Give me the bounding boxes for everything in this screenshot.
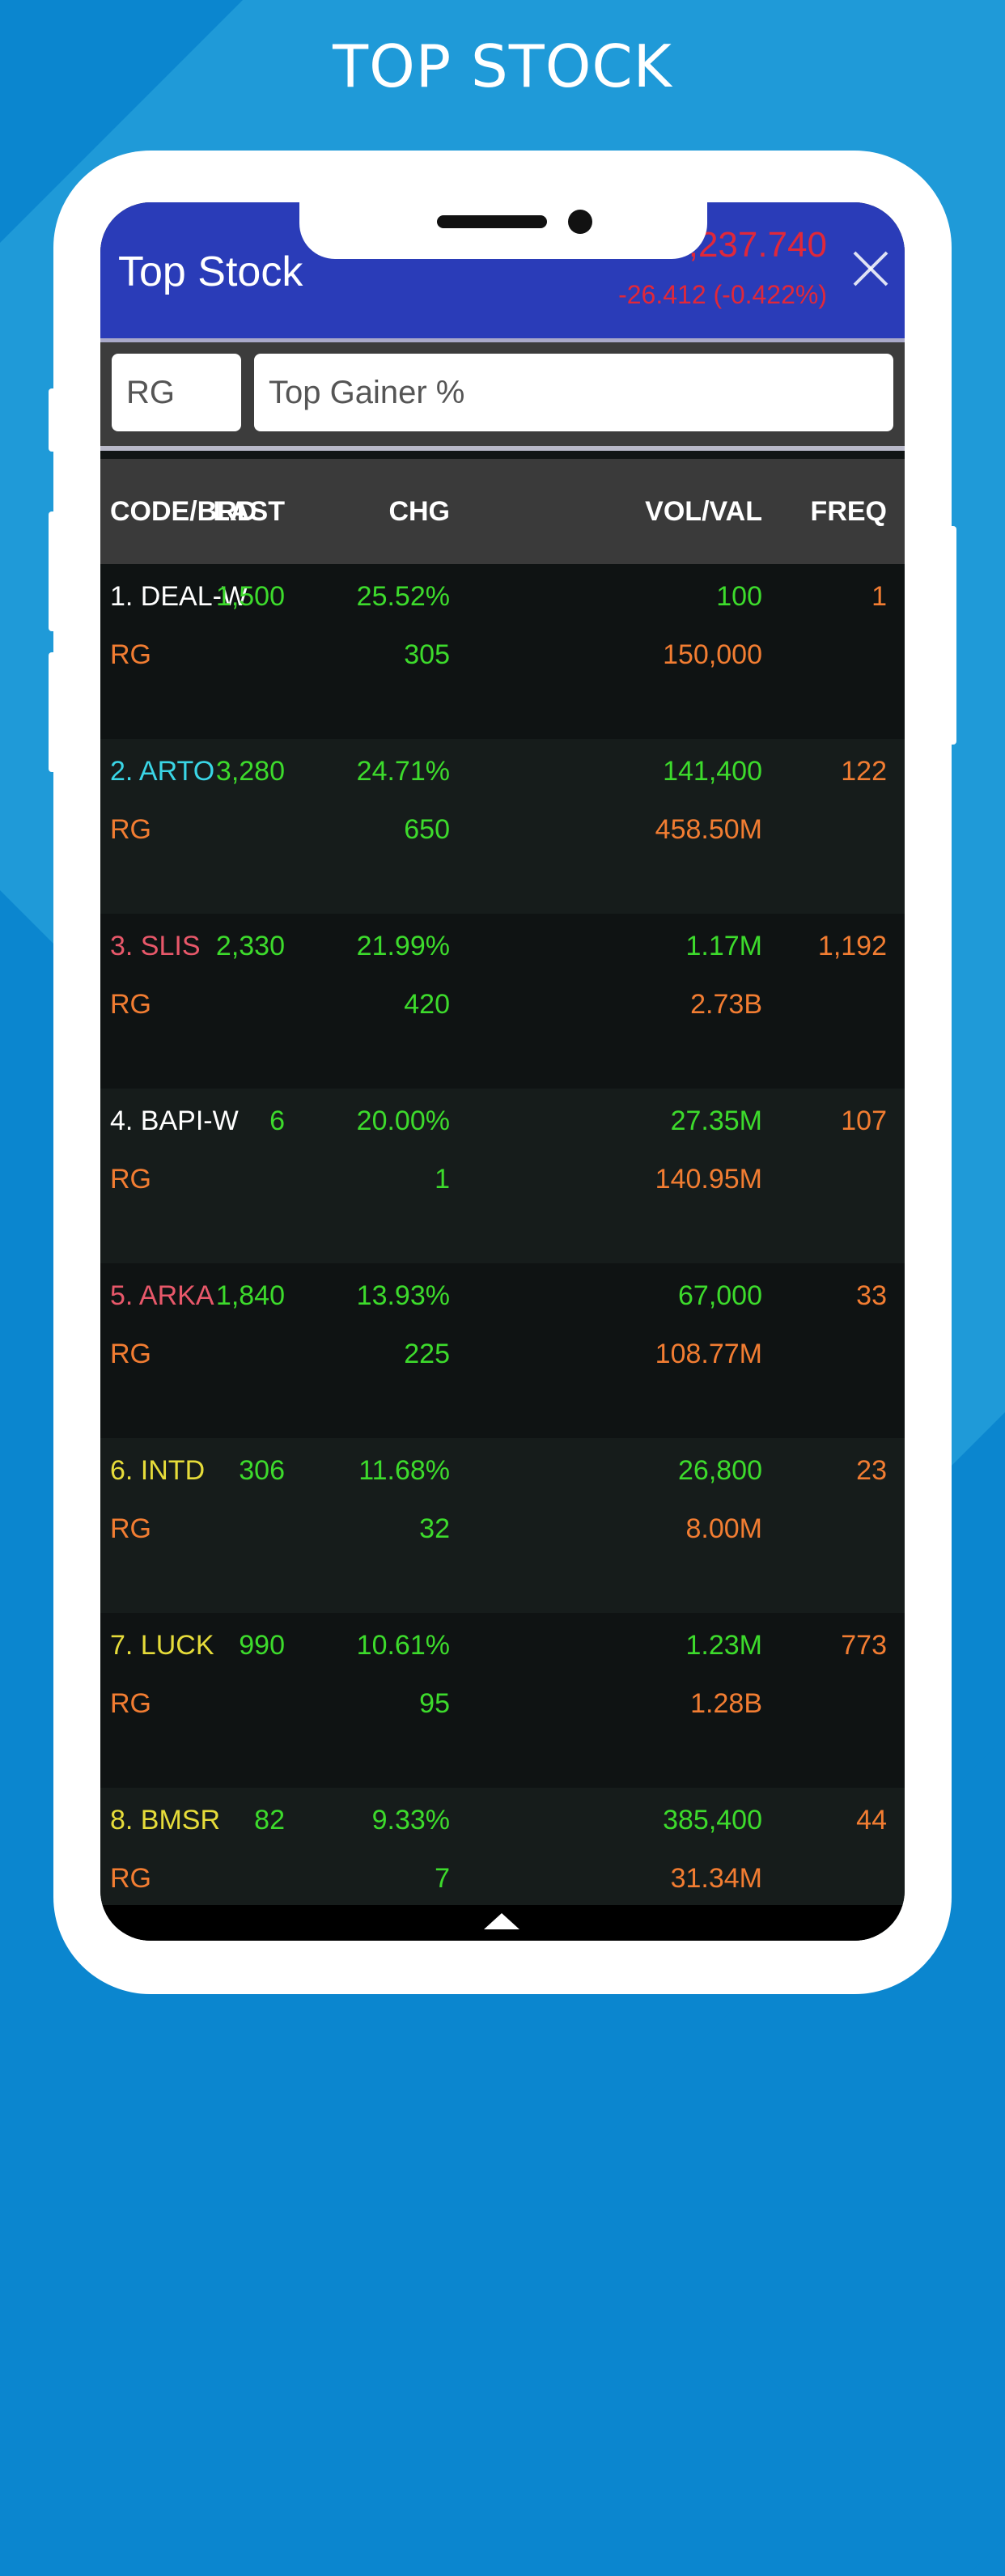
phone-screen: Top Stock 6,237.740 -26.412 (-0.422%) RG… bbox=[100, 202, 905, 1941]
stock-frequency: 107 bbox=[841, 1106, 887, 1136]
camera-icon bbox=[568, 210, 592, 234]
column-last[interactable]: LAST bbox=[213, 459, 285, 564]
stock-frequency: 44 bbox=[856, 1805, 887, 1835]
stock-volume: 141,400 bbox=[663, 756, 762, 787]
stock-code: 7. LUCK bbox=[110, 1630, 214, 1661]
stock-value: 8.00M bbox=[685, 1513, 763, 1544]
stock-code: 6. INTD bbox=[110, 1455, 206, 1486]
stock-board: RG bbox=[110, 814, 151, 845]
close-icon[interactable] bbox=[846, 244, 895, 293]
stock-change-percent: 20.00% bbox=[356, 1106, 450, 1136]
stock-board: RG bbox=[110, 639, 151, 670]
stock-code: 4. BAPI-W bbox=[110, 1106, 239, 1136]
stock-last: 6 bbox=[269, 1106, 285, 1136]
stock-change: 7 bbox=[435, 1863, 450, 1894]
column-chg[interactable]: CHG bbox=[388, 459, 450, 564]
stock-board: RG bbox=[110, 989, 151, 1020]
stock-board: RG bbox=[110, 1164, 151, 1195]
table-row[interactable]: 6. INTD RG 306 11.68% 32 26,800 8.00M 23 bbox=[100, 1438, 905, 1613]
stock-value: 2.73B bbox=[690, 989, 762, 1020]
stock-change: 1 bbox=[435, 1164, 450, 1195]
stock-volume: 100 bbox=[716, 581, 762, 612]
table-row[interactable]: 3. SLIS RG 2,330 21.99% 420 1.17M 2.73B 1,192 bbox=[100, 914, 905, 1089]
stock-change-percent: 13.93% bbox=[356, 1280, 450, 1311]
stock-last: 306 bbox=[239, 1455, 285, 1486]
stock-change-percent: 21.99% bbox=[356, 931, 450, 961]
stock-change-percent: 11.68% bbox=[358, 1455, 450, 1486]
stock-last: 82 bbox=[254, 1805, 285, 1835]
stock-value: 140.95M bbox=[655, 1164, 762, 1195]
stock-frequency: 1 bbox=[871, 581, 887, 612]
stock-board: RG bbox=[110, 1688, 151, 1719]
bottom-bar bbox=[100, 1905, 905, 1941]
column-volval[interactable]: VOL/VAL bbox=[645, 459, 762, 564]
table-row[interactable]: 2. ARTO RG 3,280 24.71% 650 141,400 458.50M 122 bbox=[100, 739, 905, 914]
table-row[interactable]: 4. BAPI-W RG 6 20.00% 1 27.35M 140.95M 107 bbox=[100, 1089, 905, 1263]
speaker-icon bbox=[437, 215, 547, 228]
stock-frequency: 23 bbox=[856, 1455, 887, 1486]
stock-change: 305 bbox=[404, 639, 450, 670]
stock-volume: 27.35M bbox=[670, 1106, 762, 1136]
stock-change-percent: 9.33% bbox=[371, 1805, 450, 1835]
table-row[interactable]: 5. ARKA RG 1,840 13.93% 225 67,000 108.77M 33 bbox=[100, 1263, 905, 1438]
scroll-up-arrow-icon[interactable] bbox=[484, 1913, 519, 1929]
stock-volume: 1.23M bbox=[685, 1630, 763, 1661]
stock-volume: 26,800 bbox=[678, 1455, 762, 1486]
stock-value: 31.34M bbox=[670, 1863, 762, 1894]
stock-value: 108.77M bbox=[655, 1339, 762, 1369]
stock-frequency: 773 bbox=[841, 1630, 887, 1661]
stock-change: 95 bbox=[419, 1688, 450, 1719]
stock-change-percent: 25.52% bbox=[356, 581, 450, 612]
stock-change: 32 bbox=[419, 1513, 450, 1544]
stock-frequency: 122 bbox=[841, 756, 887, 787]
table-row[interactable]: 1. DEAL-W RG 1,500 25.52% 305 100 150,000 1 bbox=[100, 564, 905, 739]
stock-frequency: 33 bbox=[856, 1280, 887, 1311]
stock-volume: 67,000 bbox=[678, 1280, 762, 1311]
stock-value: 150,000 bbox=[663, 639, 762, 670]
stock-board: RG bbox=[110, 1513, 151, 1544]
stock-change: 225 bbox=[404, 1339, 450, 1369]
promo-title: TOP STOCK bbox=[333, 32, 672, 100]
stock-frequency: 1,192 bbox=[817, 931, 887, 961]
board-input[interactable]: RG bbox=[112, 354, 241, 431]
stock-code: 2. ARTO bbox=[110, 756, 215, 787]
stock-last: 990 bbox=[239, 1630, 285, 1661]
stock-value: 458.50M bbox=[655, 814, 762, 845]
stock-last: 1,500 bbox=[215, 581, 285, 612]
table-header: CODE/BRD LAST CHG VOL/VAL FREQ bbox=[100, 459, 905, 564]
stock-board: RG bbox=[110, 1863, 151, 1894]
stock-volume: 1.17M bbox=[685, 931, 763, 961]
stock-change-percent: 10.61% bbox=[356, 1630, 450, 1661]
stock-board: RG bbox=[110, 1339, 151, 1369]
stock-last: 3,280 bbox=[215, 756, 285, 787]
column-freq[interactable]: FREQ bbox=[811, 459, 887, 564]
phone-notch bbox=[299, 202, 707, 259]
stock-volume: 385,400 bbox=[663, 1805, 762, 1835]
stock-code: 5. ARKA bbox=[110, 1280, 214, 1311]
stock-value: 1.28B bbox=[690, 1688, 762, 1719]
stock-last: 1,840 bbox=[215, 1280, 285, 1311]
stock-change-percent: 24.71% bbox=[356, 756, 450, 787]
stock-last: 2,330 bbox=[215, 931, 285, 961]
stock-code: 8. BMSR bbox=[110, 1805, 221, 1835]
table-row[interactable]: 7. LUCK RG 990 10.61% 95 1.23M 1.28B 773 bbox=[100, 1613, 905, 1788]
stock-change: 420 bbox=[404, 989, 450, 1020]
stock-code: 3. SLIS bbox=[110, 931, 201, 961]
filter-bar: RG Top Gainer % bbox=[100, 342, 905, 451]
ranking-type-select[interactable]: Top Gainer % bbox=[254, 354, 893, 431]
index-change: -26.412 (-0.422%) bbox=[618, 280, 827, 309]
app-title: Top Stock bbox=[118, 248, 303, 295]
stock-change: 650 bbox=[404, 814, 450, 845]
